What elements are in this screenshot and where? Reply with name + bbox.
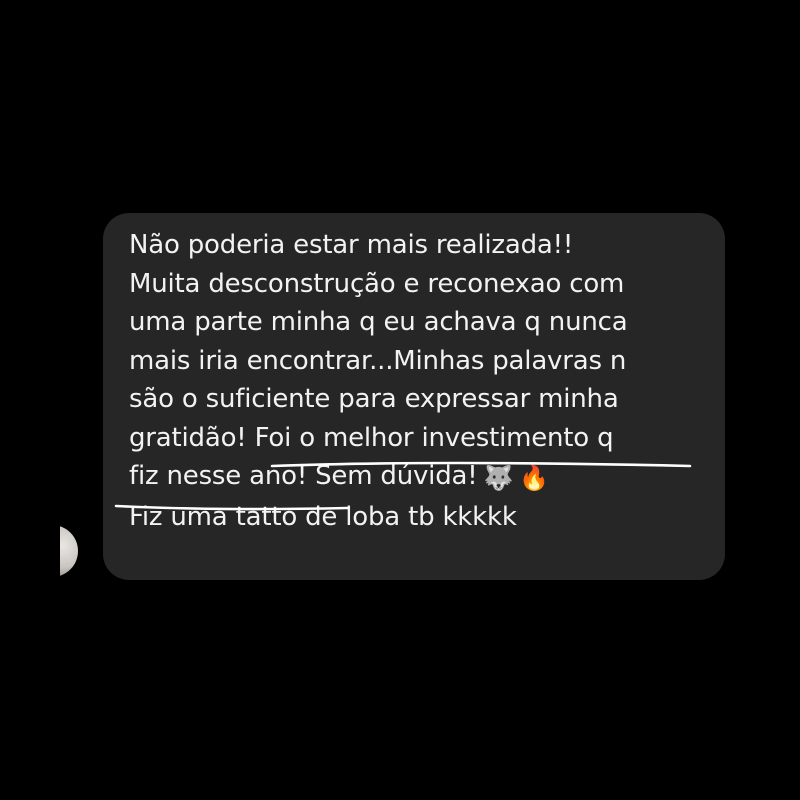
message-line: gratidão! Foi o melhor investimento q [129,422,614,453]
message-line-with-emojis: fiz nesse ano! Sem dúvida! 🐺 🔥 [129,457,719,498]
message-line: uma parte minha q eu achava q nunca [129,307,628,337]
chat-screen: Não poderia estar mais realizada!! Muita… [0,0,800,800]
message-line: fiz nesse ano! Sem dúvida! [129,461,478,491]
fire-emoji-icon: 🔥 [519,464,549,492]
sender-avatar[interactable] [60,525,78,577]
message-line: Muita desconstrução e reconexao com [129,268,625,299]
message-line: são o suficiente para expressar minha [129,384,619,414]
message-line: mais iria encontrar...Minhas palavras n [129,345,627,376]
avatar-icon [60,525,78,577]
wolf-emoji-icon: 🐺 [483,464,514,492]
message-line: Fiz uma tatto de loba tb kkkkk [129,501,517,532]
message-text: Não poderia estar mais realizada!! Muita… [129,226,719,536]
message-line: Não poderia estar mais realizada!! [129,230,574,260]
